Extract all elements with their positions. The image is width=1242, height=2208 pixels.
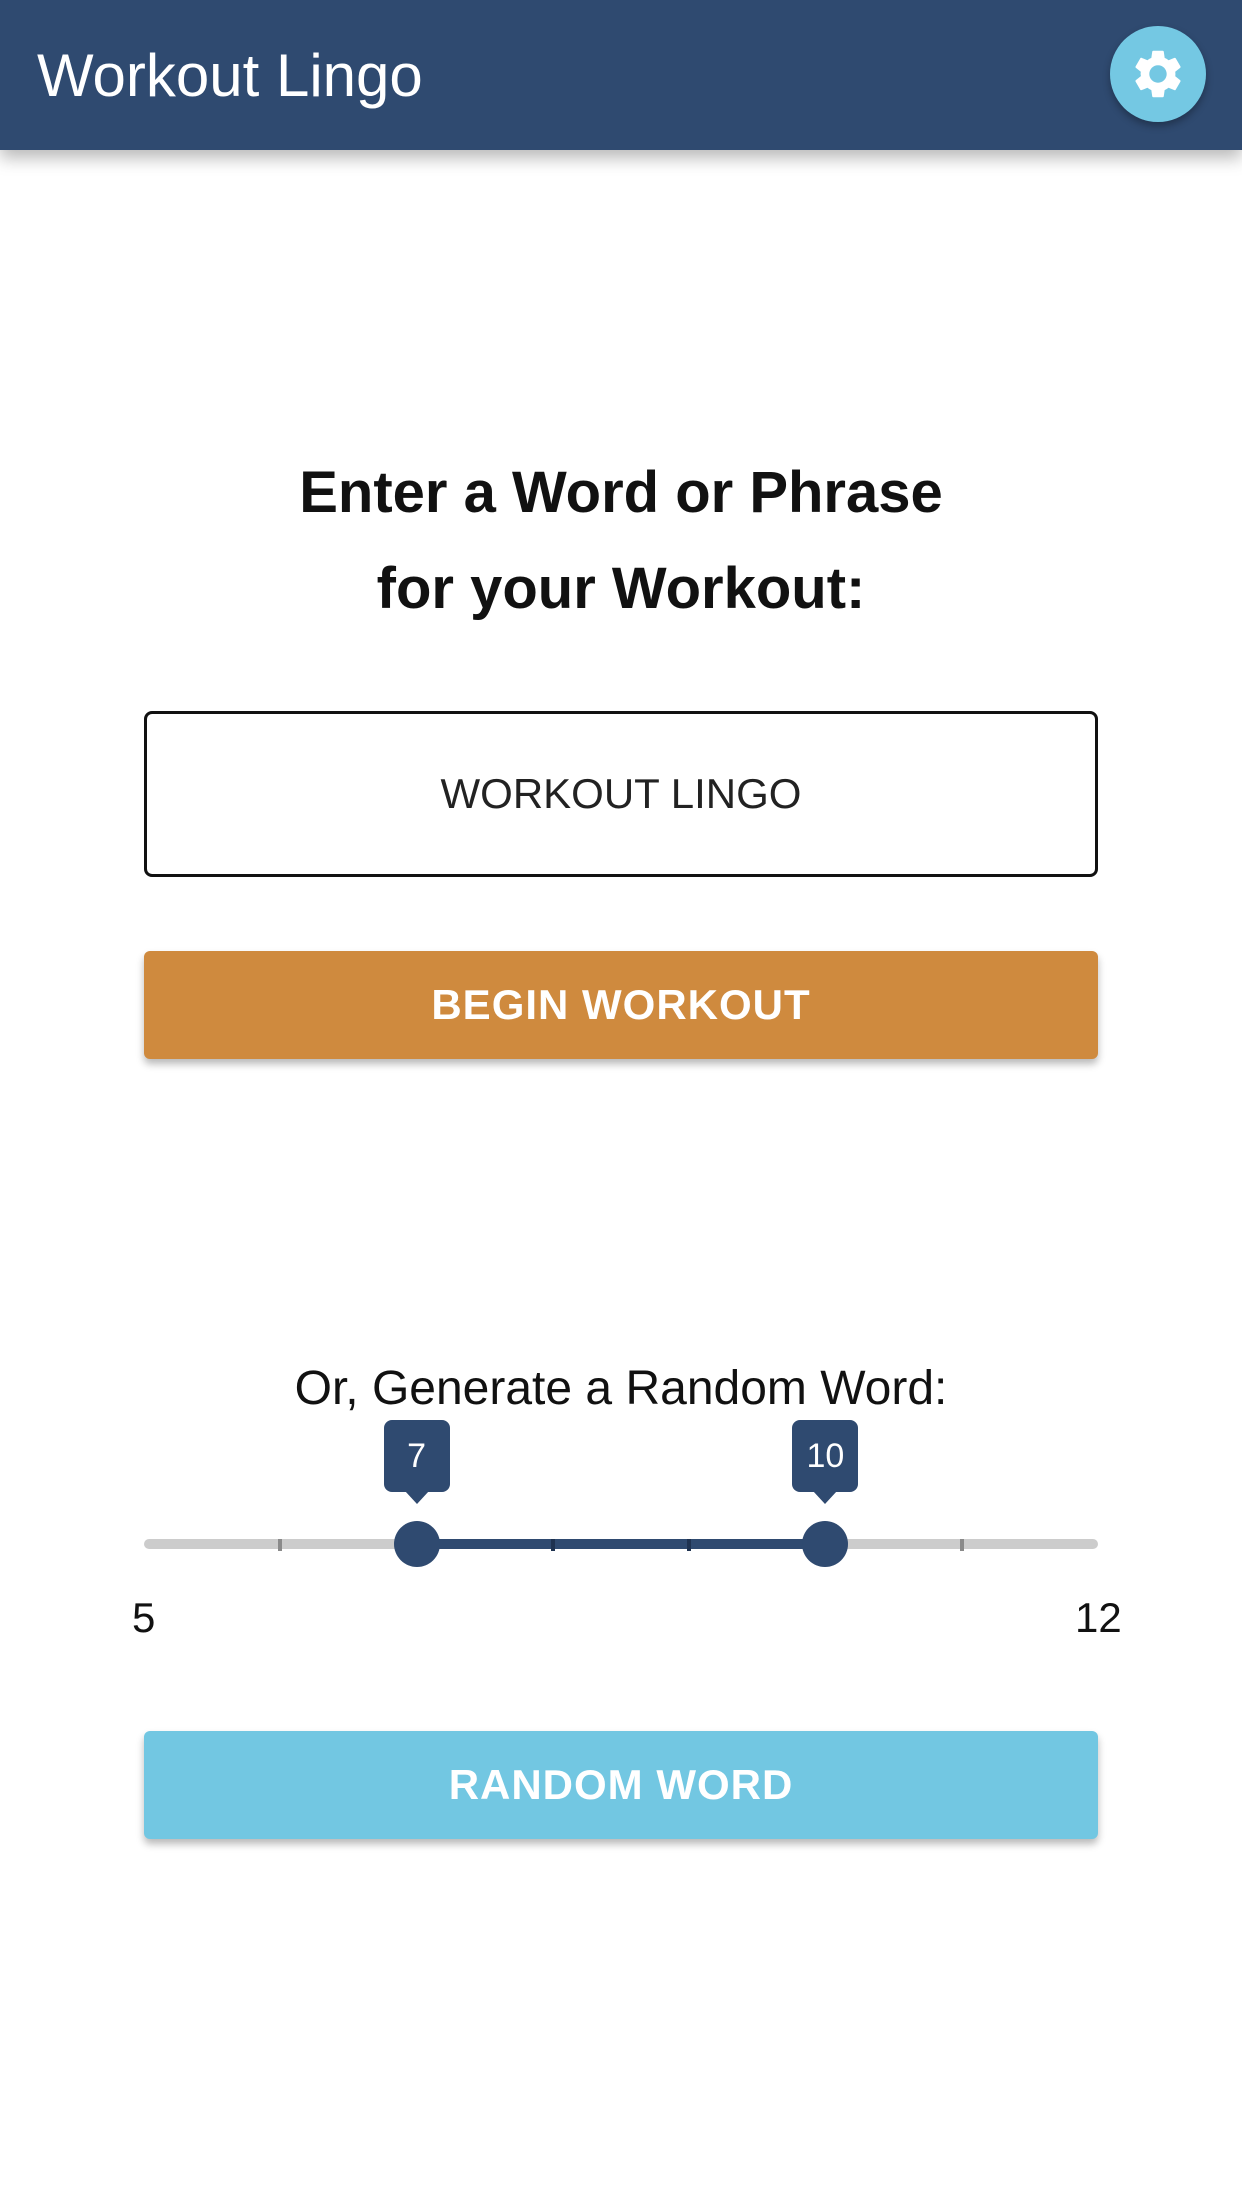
random-word-button[interactable]: RANDOM WORD [144, 1731, 1098, 1839]
slider-tick-mark [959, 1539, 964, 1551]
word-input[interactable] [144, 711, 1098, 877]
begin-workout-label: BEGIN WORKOUT [431, 981, 811, 1028]
settings-button[interactable] [1110, 26, 1206, 122]
app-title: Workout Lingo [37, 42, 423, 109]
slider-tick-mark [550, 1539, 555, 1551]
slider-high-tooltip: 10 [792, 1420, 859, 1504]
slider-max-label: 12 [1075, 1594, 1122, 1641]
length-range-slider[interactable]: 7 10 [144, 1420, 1098, 1567]
random-word-label: Or, Generate a Random Word: [294, 1362, 948, 1415]
page-heading: Enter a Word or Phrase for your Workout: [0, 445, 1242, 637]
slider-tick-mark [687, 1539, 692, 1551]
random-word-button-label: RANDOM WORD [448, 1761, 794, 1808]
slider-min-label: 5 [132, 1594, 156, 1641]
heading-line-2: for your Workout: [376, 556, 866, 621]
begin-workout-button[interactable]: BEGIN WORKOUT [144, 951, 1098, 1059]
slider-selected-range [416, 1539, 826, 1549]
slider-low-thumb[interactable] [393, 1521, 440, 1567]
app-bar: Workout Lingo [0, 0, 1242, 150]
gear-icon [1135, 50, 1181, 98]
slider-tick-mark [278, 1539, 283, 1551]
app-screen: Workout Lingo Enter a Word or Phrase for… [0, 0, 1242, 2208]
slider-low-tooltip: 7 [383, 1420, 450, 1504]
heading-line-1: Enter a Word or Phrase [299, 460, 943, 525]
slider-high-thumb[interactable] [802, 1521, 849, 1567]
